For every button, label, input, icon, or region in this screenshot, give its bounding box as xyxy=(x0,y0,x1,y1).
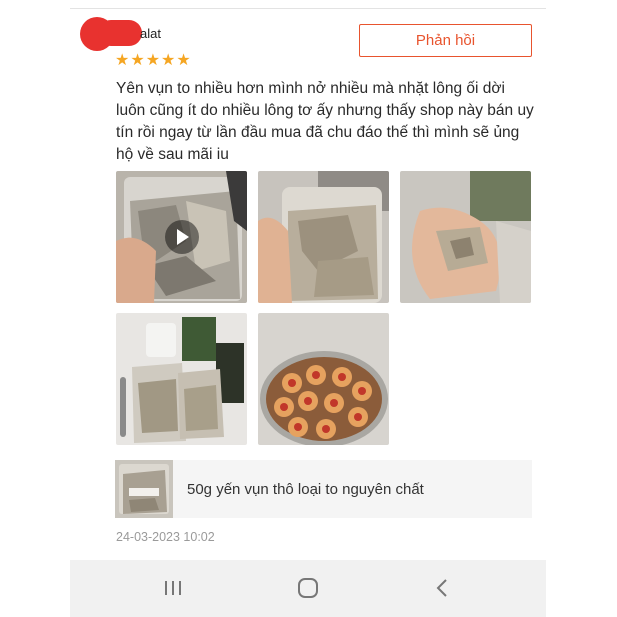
star-icon: ★ xyxy=(145,50,161,69)
star-icon: ★ xyxy=(130,50,145,69)
review-video-thumbnail[interactable] xyxy=(116,171,247,303)
divider xyxy=(70,8,546,9)
product-name: 50g yến vụn thô loại to nguyên chất xyxy=(187,480,424,498)
star-rating: ★ ★ ★ ★ ★ xyxy=(115,52,191,68)
product-card[interactable]: 50g yến vụn thô loại to nguyên chất xyxy=(115,460,532,518)
reply-button[interactable]: Phản hồi xyxy=(359,24,532,57)
username: alat xyxy=(140,26,161,41)
review-photo[interactable] xyxy=(258,313,389,445)
recent-apps-icon[interactable] xyxy=(155,572,191,604)
photo-image xyxy=(258,171,389,303)
product-thumbnail xyxy=(115,460,173,518)
home-icon[interactable] xyxy=(290,572,326,604)
play-icon[interactable] xyxy=(164,220,199,254)
star-icon: ★ xyxy=(161,50,176,69)
back-icon[interactable] xyxy=(424,572,460,604)
photo-image xyxy=(400,171,531,303)
photo-image xyxy=(258,313,389,445)
photo-image xyxy=(116,313,247,445)
review-photo[interactable] xyxy=(400,171,531,303)
redacted-username xyxy=(98,20,142,46)
review-timestamp: 24-03-2023 10:02 xyxy=(116,530,215,544)
star-icon: ★ xyxy=(115,50,130,69)
review-photo[interactable] xyxy=(116,313,247,445)
review-text: Yên vụn to nhiều hơn mình nở nhiều mà nh… xyxy=(116,80,534,163)
review-photo[interactable] xyxy=(258,171,389,303)
star-icon: ★ xyxy=(176,50,191,69)
system-navigation-bar xyxy=(70,560,546,617)
review-screen: alat ★ ★ ★ ★ ★ Phản hồi Yên vụn to nhiều… xyxy=(0,0,617,617)
